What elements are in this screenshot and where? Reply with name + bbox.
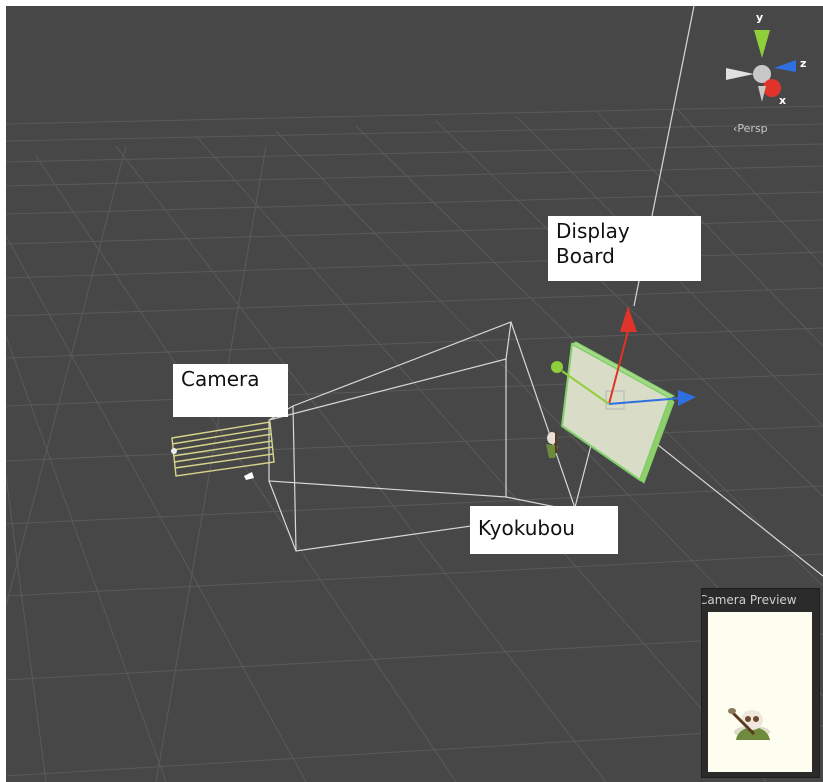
move-handle-y-arrow <box>620 306 637 332</box>
camera-preview-title: Camera Preview <box>702 593 797 607</box>
display-board[interactable] <box>560 341 676 484</box>
gizmo-z-cone <box>774 60 796 72</box>
projection-label: Persp <box>737 122 768 135</box>
gizmo-y-cone <box>754 30 770 58</box>
camera-label: Camera <box>173 364 288 417</box>
camera-gizmo[interactable] <box>171 421 275 477</box>
camera-preview-render <box>728 708 770 740</box>
move-handle-z-arrow <box>678 390 696 406</box>
scene-view[interactable]: y z x ‹Persp Display Board Camera Kyokub… <box>6 6 823 782</box>
gizmo-label-z: z <box>800 57 807 70</box>
projection-toggle[interactable]: ‹Persp <box>733 122 768 135</box>
kyokubou-head <box>741 710 763 730</box>
gizmo-neg-y-cone <box>758 86 766 102</box>
camera-preview-image <box>708 612 812 772</box>
gizmo-label-y: y <box>756 11 764 24</box>
kyokubou-label: Kyokubou <box>470 506 618 554</box>
gizmo-neg-x-cone <box>726 68 754 80</box>
board-right-guide <box>633 425 823 577</box>
gizmo-label-x: x <box>779 94 787 107</box>
move-handle-x-knob <box>551 361 563 373</box>
display-board-label: Display Board <box>548 216 701 281</box>
camera-preview-panel[interactable]: Camera Preview <box>701 588 820 778</box>
orientation-gizmo[interactable] <box>726 30 796 102</box>
